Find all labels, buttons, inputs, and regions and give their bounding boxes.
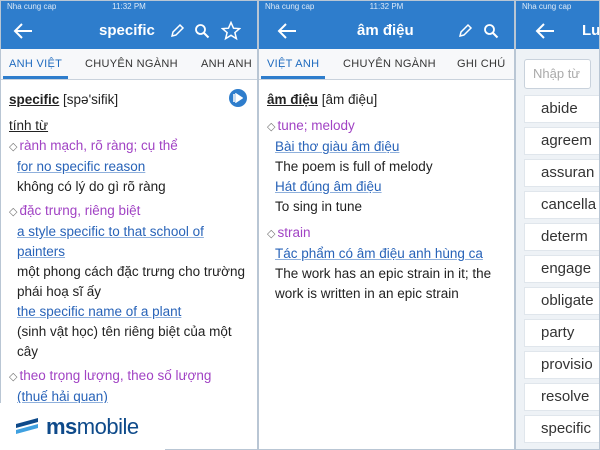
example-vi[interactable]: Hát đúng âm điệu	[275, 177, 506, 197]
word-list-item[interactable]: determ	[524, 223, 599, 251]
carrier-label: Nha cung cap	[265, 2, 315, 11]
tab-anh-viet[interactable]: ANH VIỆT	[2, 49, 69, 79]
example-vi: một phong cách đặc trưng cho trường phái…	[17, 264, 246, 299]
tab-bar: ANH VIỆT CHUYÊN NGÀNH ANH ANH	[1, 49, 257, 80]
word-list-item[interactable]: agreem	[524, 127, 599, 155]
word-list-item[interactable]: assuran	[524, 159, 599, 187]
example-en: To sing in tune	[275, 199, 363, 214]
time-label: 11:32 PM	[369, 2, 404, 11]
pronunciation: [spə'sifik]	[63, 92, 119, 107]
pronunciation: [âm điệu]	[321, 92, 378, 107]
word-list-screen: Nha cung cap Lu Nhập từ abide agreem assur…	[515, 0, 600, 450]
sense-1: ◇ tune; melody	[267, 118, 355, 133]
example-vi: không có lý do gì rõ ràng	[17, 179, 166, 194]
tab-chuyen-nganh[interactable]: CHUYÊN NGÀNH	[85, 49, 178, 79]
definition-content: âm điệu [âm điệu] ◇ tune; melody Bài thơ …	[259, 80, 514, 304]
msmobile-logo: msmobile	[0, 403, 165, 450]
word-list-item[interactable]: engage	[524, 255, 599, 283]
example-en: The poem is full of melody	[275, 159, 433, 174]
example-en[interactable]: the specific name of a plant	[17, 302, 249, 322]
word-list-item[interactable]: cancella	[524, 191, 599, 219]
word-list: abide agreem assuran cancella determ engage ob…	[516, 95, 599, 443]
nav-bar: âm điệu	[259, 13, 514, 49]
dictionary-screen-en-vi: Nha cung cap 11:32 PM specific ANH VIỆT …	[0, 0, 258, 450]
search-input[interactable]: Nhập từ	[524, 59, 591, 89]
sense-2: ◇ đặc trưng, riêng biệt	[9, 203, 141, 218]
time-label: 11:32 PM	[112, 2, 146, 11]
example-vi[interactable]: Bài thơ giàu âm điệu	[275, 137, 506, 157]
carrier-label: Nha cung cap	[522, 2, 572, 11]
sense-2: ◇ strain	[267, 225, 311, 240]
back-arrow-icon[interactable]	[273, 13, 301, 49]
example-vi: (sinh vật học) tên riêng biệt của một câ…	[17, 324, 232, 359]
example-en: The work has an epic strain in it; the w…	[275, 266, 492, 301]
dictionary-screen-vi-en: Nha cung cap 11:32 PM âm điệu VIỆT ANH C…	[258, 0, 515, 450]
sense-3: ◇ theo trọng lượng, theo số lượng	[9, 368, 212, 383]
back-arrow-icon[interactable]	[9, 13, 37, 49]
definition-content: specific [spə'sifik] tính từ ◇ rành mạch,…	[1, 80, 257, 407]
tab-ghi-chu[interactable]: GHI CHÚ	[457, 49, 506, 79]
nav-bar: specific	[1, 13, 257, 49]
tab-chuyen-nganh[interactable]: CHUYÊN NGÀNH	[343, 49, 436, 79]
page-title: âm điệu	[357, 22, 414, 39]
star-icon[interactable]	[219, 13, 243, 49]
logo-mark-icon	[16, 417, 38, 434]
headword: specific	[9, 92, 60, 107]
search-icon[interactable]	[481, 13, 501, 49]
part-of-speech: tính từ	[9, 118, 49, 133]
page-title: specific	[99, 22, 155, 39]
word-list-item[interactable]: party	[524, 319, 599, 347]
word-list-item[interactable]: resolve	[524, 383, 599, 411]
word-list-item[interactable]: provisio	[524, 351, 599, 379]
carrier-label: Nha cung cap	[7, 2, 57, 11]
logo-text: msmobile	[46, 413, 139, 439]
status-bar: Nha cung cap 11:32 PM	[259, 1, 514, 13]
sense-1: ◇ rành mạch, rõ ràng; cụ thể	[9, 138, 178, 153]
status-bar: Nha cung cap 11:32 PM	[1, 1, 257, 13]
pencil-icon[interactable]	[455, 13, 475, 49]
example-en[interactable]: for no specific reason	[17, 157, 249, 177]
nav-bar: Lu	[516, 13, 599, 49]
tab-bar: VIỆT ANH CHUYÊN NGÀNH GHI CHÚ	[259, 49, 514, 80]
word-list-item[interactable]: specific	[524, 415, 599, 443]
speaker-icon[interactable]	[229, 89, 247, 107]
back-arrow-icon[interactable]	[532, 13, 558, 49]
example-vi[interactable]: Tác phẩm có âm điệu anh hùng ca	[275, 244, 494, 264]
word-list-item[interactable]: abide	[524, 95, 599, 123]
status-bar: Nha cung cap	[516, 1, 599, 13]
word-list-item[interactable]: obligate	[524, 287, 599, 315]
example-en[interactable]: a style specific to that school of paint…	[17, 222, 249, 262]
page-title: Lu	[582, 22, 600, 39]
search-icon[interactable]	[192, 13, 212, 49]
tab-viet-anh[interactable]: VIỆT ANH	[260, 49, 326, 79]
tab-anh-anh[interactable]: ANH ANH	[201, 49, 252, 79]
headword: âm điệu	[267, 92, 319, 107]
pencil-icon[interactable]	[167, 13, 187, 49]
